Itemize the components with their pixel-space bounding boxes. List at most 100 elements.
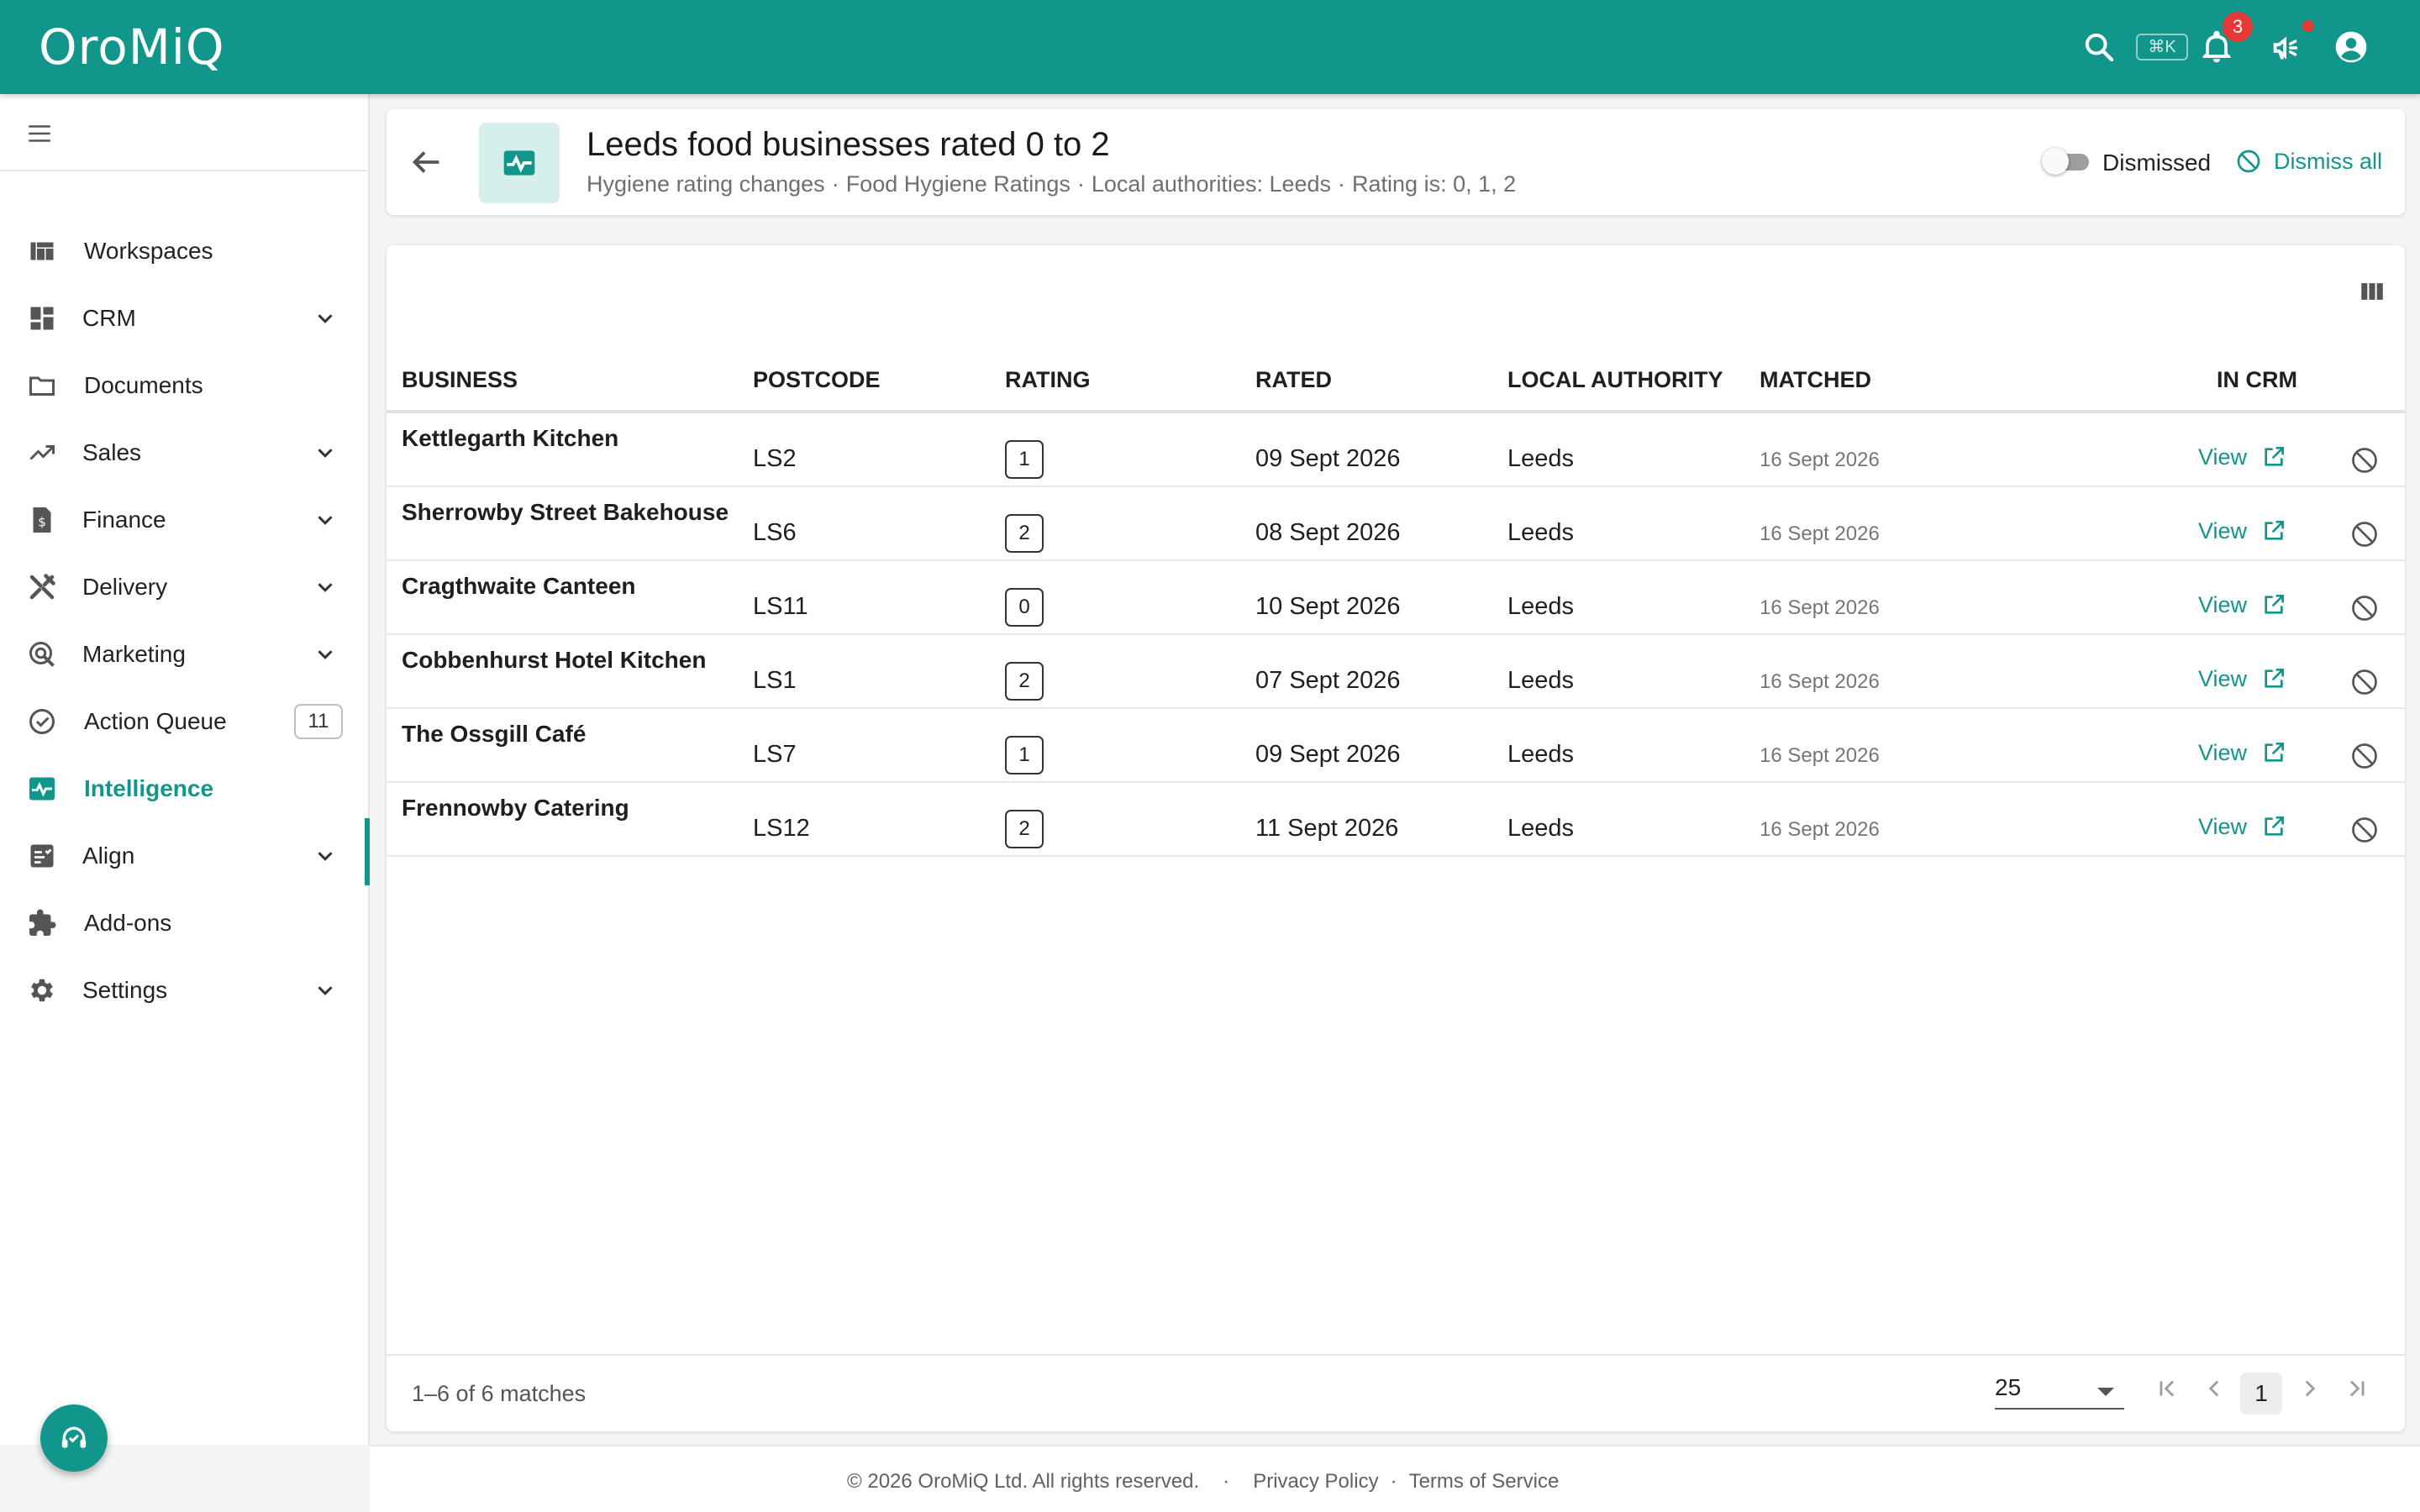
column-header-postcode[interactable]: POSTCODE <box>753 346 881 413</box>
sidebar-item-settings[interactable]: Settings <box>0 961 368 1020</box>
postcode: LS11 <box>753 593 808 620</box>
local-authority: Leeds <box>1507 741 1575 768</box>
results-table-card: BUSINESS POSTCODE RATING RATED LOCAL AUT… <box>387 245 2405 1431</box>
headset-icon <box>61 1426 87 1448</box>
criteria-source: Hygiene rating changes <box>587 171 825 197</box>
support-button[interactable] <box>40 1404 108 1472</box>
sidebar-item-label: CRM <box>82 305 136 331</box>
account-icon[interactable] <box>2333 29 2370 66</box>
folder-icon <box>29 376 55 396</box>
view-in-crm-link[interactable]: View <box>2198 665 2287 692</box>
column-header-rated[interactable]: RATED <box>1255 346 1332 413</box>
sidebar-item-label: Documents <box>84 372 203 398</box>
sidebar-item-crm[interactable]: CRM <box>0 289 368 348</box>
table-row[interactable]: Frennowby Catering LS12 2 11 Sept 2026 Leeds… <box>387 783 2405 857</box>
sidebar-item-label: Align <box>82 843 135 869</box>
sidebar-item-workspaces[interactable]: Workspaces <box>0 222 368 281</box>
business-name[interactable]: Kettlegarth Kitchen <box>402 425 618 452</box>
column-header-business[interactable]: BUSINESS <box>402 346 518 413</box>
dismiss-row-button[interactable] <box>2349 445 2380 480</box>
sidebar-item-finance[interactable]: $ Finance <box>0 491 368 549</box>
dismissed-toggle[interactable] <box>2042 148 2092 175</box>
columns-icon[interactable] <box>2358 277 2386 306</box>
alert-criteria: Hygiene rating changes · Food Hygiene Rati… <box>587 171 1516 197</box>
current-page-button[interactable]: 1 <box>2240 1373 2282 1415</box>
page-footer: © 2026 OroMiQ Ltd. All rights reserved. ·… <box>370 1445 2420 1512</box>
chevron-down-icon <box>318 516 333 525</box>
matched-date: 16 Sept 2026 <box>1760 449 1880 471</box>
dismiss-row-button[interactable] <box>2349 519 2380 554</box>
chevron-down-icon <box>318 852 333 861</box>
app-logo[interactable]: OroMiQ <box>39 18 225 76</box>
dismiss-row-button[interactable] <box>2349 815 2380 849</box>
sidebar-item-label: Add-ons <box>84 910 172 936</box>
dismiss-row-button[interactable] <box>2349 667 2380 701</box>
dismiss-all-button[interactable]: Dismiss all <box>2235 146 2382 176</box>
sidebar-item-documents[interactable]: Documents <box>0 356 368 415</box>
next-page-icon[interactable] <box>2296 1374 2324 1403</box>
sidebar-item-sales[interactable]: Sales <box>0 423 368 482</box>
first-page-icon[interactable] <box>2153 1374 2181 1403</box>
rating-badge: 2 <box>1005 662 1044 701</box>
active-indicator <box>365 818 370 885</box>
view-in-crm-link[interactable]: View <box>2198 591 2287 618</box>
copyright-text: © 2026 OroMiQ Ltd. All rights reserved. <box>847 1470 1200 1493</box>
dismiss-row-button[interactable] <box>2349 593 2380 627</box>
rating-badge: 2 <box>1005 810 1044 848</box>
dismiss-icon <box>2352 669 2377 695</box>
dismiss-icon <box>2352 817 2377 843</box>
check-circle-icon <box>29 709 55 734</box>
business-name[interactable]: The Ossgill Café <box>402 721 586 748</box>
search-icon[interactable] <box>2082 30 2116 64</box>
align-icon <box>30 844 54 868</box>
invoice-icon: $ <box>33 507 51 533</box>
table-row[interactable]: Sherrowby Street Bakehouse LS6 2 08 Sept 20… <box>387 487 2405 561</box>
view-in-crm-link[interactable]: View <box>2198 739 2287 766</box>
sidebar-item-align[interactable]: Align <box>0 827 368 885</box>
local-authority: Leeds <box>1507 667 1575 694</box>
shortcut-hint[interactable]: ⌘K <box>2136 34 2188 60</box>
sidebar-item-delivery[interactable]: Delivery <box>0 558 368 617</box>
view-in-crm-link[interactable]: View <box>2198 444 2287 470</box>
megaphone-icon[interactable] <box>2267 29 2306 67</box>
dismiss-icon <box>2352 522 2377 547</box>
last-page-icon[interactable] <box>2343 1374 2371 1403</box>
pulse-icon <box>29 777 55 801</box>
business-name[interactable]: Cragthwaite Canteen <box>402 573 636 600</box>
block-icon <box>2237 150 2260 173</box>
privacy-policy-link[interactable]: Privacy Policy <box>1253 1470 1378 1493</box>
business-name[interactable]: Cobbenhurst Hotel Kitchen <box>402 647 706 674</box>
business-name[interactable]: Frennowby Catering <box>402 795 629 822</box>
view-label: View <box>2198 591 2248 617</box>
gear-icon <box>31 979 53 1002</box>
previous-page-icon[interactable] <box>2200 1374 2228 1403</box>
column-header-local-authority[interactable]: LOCAL AUTHORITY <box>1507 346 1723 413</box>
back-arrow-icon[interactable] <box>407 143 445 181</box>
hamburger-menu-icon[interactable] <box>25 119 54 148</box>
view-in-crm-link[interactable]: View <box>2198 813 2287 840</box>
page-title: Leeds food businesses rated 0 to 2 <box>587 126 1110 163</box>
column-header-in-crm: IN CRM <box>2217 367 2297 392</box>
table-row[interactable]: Cragthwaite Canteen LS11 0 10 Sept 2026 Leed… <box>387 561 2405 635</box>
rows-per-page-select[interactable]: 25 <box>1995 1371 2124 1410</box>
table-row[interactable]: Kettlegarth Kitchen LS2 1 09 Sept 2026 Leeds… <box>387 413 2405 487</box>
column-header-matched[interactable]: MATCHED <box>1760 346 1871 413</box>
chevron-down-icon <box>318 986 333 995</box>
table-row[interactable]: Cobbenhurst Hotel Kitchen LS1 2 07 Sept 202… <box>387 635 2405 709</box>
criteria-dataset: Food Hygiene Ratings <box>845 171 1071 197</box>
view-in-crm-link[interactable]: View <box>2198 517 2287 544</box>
sidebar-item-marketing[interactable]: Marketing <box>0 625 368 684</box>
sidebar-item-intelligence[interactable]: Intelligence <box>0 759 368 818</box>
table-row[interactable]: The Ossgill Café LS7 1 09 Sept 2026 Leeds 16 … <box>387 709 2405 783</box>
dismiss-row-button[interactable] <box>2349 741 2380 775</box>
matched-date: 16 Sept 2026 <box>1760 744 1880 767</box>
sidebar-item-add-ons[interactable]: Add-ons <box>0 894 368 953</box>
terms-of-service-link[interactable]: Terms of Service <box>1409 1470 1560 1493</box>
notification-count-badge: 3 <box>2223 12 2253 42</box>
business-name[interactable]: Sherrowby Street Bakehouse <box>402 499 729 526</box>
sidebar-item-action-queue[interactable]: Action Queue 11 <box>0 692 368 751</box>
dismiss-all-label: Dismiss all <box>2274 148 2383 174</box>
column-header-rating[interactable]: RATING <box>1005 346 1091 413</box>
marketing-icon <box>29 642 55 667</box>
tools-icon <box>29 574 55 600</box>
